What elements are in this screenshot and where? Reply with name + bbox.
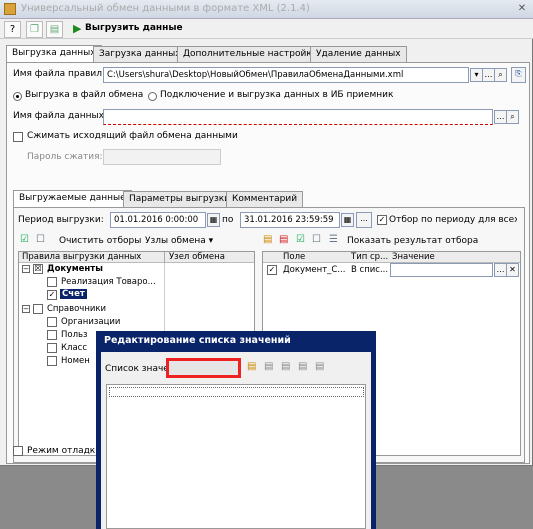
tab-delete[interactable]: Удаление данных [310, 46, 407, 62]
row-checkbox[interactable] [33, 304, 43, 314]
tree-row-invoice[interactable]: Счет [60, 289, 87, 299]
filter-type-cell[interactable]: В спис... [351, 265, 389, 275]
title-bar: Универсальный обмен данными в формате XM… [0, 0, 533, 19]
mode-file-label: Выгрузка в файл обмена [25, 90, 144, 100]
collapse-icon[interactable]: − [22, 305, 30, 313]
compress-label: Сжимать исходящий файл обмена данными [27, 131, 238, 141]
rules-file-input[interactable]: C:\Users\shura\Desktop\НовыйОбмен\Правил… [103, 67, 469, 83]
mode-file-radio[interactable] [13, 92, 22, 101]
uncheck-all-icon[interactable]: ☐ [312, 234, 321, 246]
clear-icon[interactable]: ✕ [506, 263, 519, 277]
help-button[interactable]: ? [4, 21, 21, 38]
tab-export-params[interactable]: Параметры выгрузки [123, 191, 237, 207]
exchange-nodes-button[interactable]: Узлы обмена ▾ [145, 236, 213, 246]
paste-icon[interactable]: ▤ [46, 21, 63, 38]
column-header: Тип ср... [351, 252, 389, 262]
rules-file-label: Имя файла правил: [13, 69, 106, 79]
row-checkbox[interactable] [47, 317, 57, 327]
tree-row-users[interactable]: Польз [61, 330, 88, 340]
debug-checkbox[interactable] [13, 446, 23, 456]
tree-row-documents[interactable]: Документы [47, 264, 103, 274]
toolbar: ? ❐ ▤ ▶ Выгрузить данные [0, 19, 533, 39]
row-checkbox[interactable]: ✓ [47, 290, 57, 300]
filter-field-cell[interactable]: Документ_С... [283, 265, 349, 275]
tab-export[interactable]: Выгрузка данных [6, 45, 102, 62]
delete-row-icon[interactable]: ▤ [279, 234, 288, 246]
period-to-label: по [222, 215, 234, 225]
column-divider [164, 252, 165, 263]
column-header: Поле [283, 252, 306, 262]
close-icon[interactable]: ✕ [516, 3, 528, 15]
row-checkbox[interactable]: ☒ [33, 264, 43, 274]
search-icon[interactable]: ⌕ [494, 68, 507, 82]
tab-import[interactable]: Загрузка данных [93, 46, 187, 62]
tab-export-data[interactable]: Выгружаемые данные [13, 190, 132, 207]
collapse-icon[interactable]: − [22, 265, 30, 273]
data-file-input[interactable] [103, 109, 493, 125]
play-icon: ▶ [73, 22, 82, 35]
row-checkbox[interactable]: ✓ [267, 265, 277, 275]
tree-row-organizations[interactable]: Организации [61, 317, 120, 327]
check-all-icon[interactable]: ☑ [296, 234, 305, 246]
compress-checkbox[interactable] [13, 132, 23, 142]
tab-advanced[interactable]: Дополнительные настройки [177, 46, 324, 62]
move-up-icon[interactable]: ▤ [264, 361, 273, 373]
mode-db-radio[interactable] [148, 92, 157, 101]
row-checkbox[interactable] [47, 356, 57, 366]
period-label: Период выгрузки: [18, 215, 104, 225]
sort-icon[interactable]: ▤ [315, 361, 324, 373]
mode-db-label: Подключение и выгрузка данных в ИБ прием… [160, 90, 394, 100]
value-list-dialog: Редактирование списка значений Список зн… [96, 331, 376, 529]
tab-comment[interactable]: Комментарий [226, 191, 304, 207]
period-from-input[interactable]: 01.01.2016 0:00:00 [110, 212, 206, 228]
value-list-table[interactable] [106, 384, 366, 529]
app-icon [4, 3, 16, 15]
copy-icon[interactable]: ❐ [26, 21, 43, 38]
row-checkbox[interactable] [47, 330, 57, 340]
move-down-icon[interactable]: ▤ [281, 361, 290, 373]
add-row-icon[interactable]: ▤ [247, 361, 256, 373]
password-label: Пароль сжатия: [27, 152, 103, 162]
period-filter-checkbox[interactable]: ✓ [377, 215, 387, 225]
period-filter-label: Отбор по периоду для всех ... [389, 215, 517, 225]
column-header: Правила выгрузки данных [22, 252, 142, 262]
column-header: Узел обмена [169, 252, 225, 262]
delete-row-icon[interactable]: ▤ [298, 361, 307, 373]
add-row-icon[interactable]: ▤ [263, 234, 272, 246]
search-icon[interactable]: ⌕ [506, 110, 519, 124]
check-all-icon[interactable]: ☑ [20, 234, 29, 246]
tree-row-nomenclature[interactable]: Номен [61, 356, 90, 366]
password-input[interactable] [103, 149, 221, 165]
dialog-body: Список значений: ▤ ▤ ▤ ▤ ▤ [101, 352, 371, 529]
period-to-input[interactable]: 31.01.2016 23:59:59 [240, 212, 340, 228]
column-header: Значение [392, 252, 435, 262]
row-checkbox[interactable] [47, 343, 57, 353]
window-title: Универсальный обмен данными в формате XM… [21, 3, 310, 14]
calendar-icon[interactable]: ▦ [341, 213, 354, 227]
tree-row-classifiers[interactable]: Класс [61, 343, 87, 353]
period-select-button[interactable]: ... [356, 212, 372, 228]
dialog-title: Редактирование списка значений [104, 335, 291, 346]
tree-row-sales[interactable]: Реализация Товаро... [61, 277, 163, 287]
calendar-icon[interactable]: ▦ [207, 213, 220, 227]
clear-filters-button[interactable]: Очистить отборы [59, 236, 141, 246]
list-icon[interactable]: ☰ [329, 234, 338, 246]
show-result-button[interactable]: Показать результат отбора [347, 236, 478, 246]
row-checkbox[interactable] [47, 277, 57, 287]
export-button[interactable]: Выгрузить данные [85, 23, 183, 33]
uncheck-all-icon[interactable]: ☐ [36, 234, 45, 246]
value-list-field[interactable] [166, 358, 241, 378]
filter-value-input[interactable] [390, 263, 493, 277]
open-rules-icon[interactable]: ⎘ [511, 67, 526, 83]
data-file-label: Имя файла данных: [13, 111, 107, 121]
tree-row-catalogs[interactable]: Справочники [47, 304, 106, 314]
filter-grid-header: Поле Тип ср... Значение [263, 252, 520, 263]
rules-grid-header: Правила выгрузки данных Узел обмена [19, 252, 254, 263]
list-item[interactable] [109, 387, 364, 397]
